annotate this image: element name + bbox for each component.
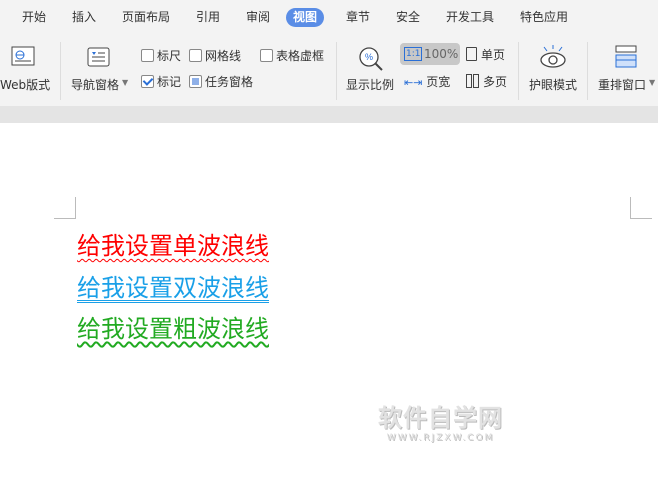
checkbox-checked-icon bbox=[141, 75, 154, 88]
ruler-label: 标尺 bbox=[157, 49, 182, 63]
task-pane-checkbox[interactable]: 任务窗格 bbox=[189, 73, 253, 90]
document-page[interactable] bbox=[0, 123, 658, 486]
tab-chapter[interactable]: 章节 bbox=[339, 8, 377, 27]
watermark-url: WWW.RJZXW.COM bbox=[386, 433, 495, 443]
chevron-down-icon: ▼ bbox=[649, 78, 656, 87]
web-layout-label: Web版式 bbox=[0, 78, 51, 92]
eye-icon bbox=[540, 45, 566, 68]
checkbox-icon bbox=[260, 49, 273, 62]
task-pane-label: 任务窗格 bbox=[205, 75, 254, 89]
tab-insert[interactable]: 插入 bbox=[65, 8, 103, 27]
ribbon: Web版式 导航窗格 ▼ 标尺 网格线 表格虚框 标记 任务窗格 % 显示比例 … bbox=[0, 36, 658, 106]
tab-special-apps[interactable]: 特色应用 bbox=[513, 8, 575, 27]
ruler-gutter bbox=[0, 106, 658, 123]
arrange-windows-icon bbox=[615, 45, 637, 68]
nav-pane-label: 导航窗格 bbox=[71, 78, 120, 92]
eye-mode-label: 护眼模式 bbox=[529, 78, 578, 92]
tab-page-layout[interactable]: 页面布局 bbox=[115, 8, 177, 27]
arrange-windows-label: 重排窗口 bbox=[598, 78, 647, 92]
zoom-label: 显示比例 bbox=[346, 78, 395, 92]
multi-page-button[interactable]: 多页 bbox=[466, 73, 507, 90]
zoom-100-label: 100% bbox=[424, 47, 459, 61]
multi-page-label: 多页 bbox=[483, 75, 508, 89]
nav-pane-icon bbox=[87, 47, 110, 67]
chevron-down-icon: ▼ bbox=[122, 78, 129, 87]
page-width-icon: ⇤⇥ bbox=[404, 76, 423, 89]
single-page-icon bbox=[466, 47, 477, 61]
page-width-button[interactable]: ⇤⇥ 页宽 bbox=[404, 73, 450, 90]
svg-text:%: % bbox=[365, 52, 373, 62]
single-page-label: 单页 bbox=[481, 48, 506, 62]
web-layout-icon bbox=[11, 46, 35, 66]
margin-corner-mark bbox=[54, 197, 76, 219]
tab-developer[interactable]: 开发工具 bbox=[439, 8, 501, 27]
margin-corner-mark bbox=[630, 197, 652, 219]
tab-references[interactable]: 引用 bbox=[189, 8, 227, 27]
tab-review[interactable]: 审阅 bbox=[239, 8, 277, 27]
checkbox-icon bbox=[189, 49, 202, 62]
single-page-button[interactable]: 单页 bbox=[466, 46, 505, 63]
ruler-checkbox[interactable]: 标尺 bbox=[141, 47, 181, 64]
multi-page-icon bbox=[473, 74, 479, 88]
watermark-title: 软件自学网 bbox=[378, 404, 503, 432]
zoom-100-button[interactable]: 1:1 100% bbox=[400, 43, 460, 65]
table-gridlines-checkbox[interactable]: 表格虚框 bbox=[260, 47, 324, 64]
marks-checkbox[interactable]: 标记 bbox=[141, 73, 181, 90]
one-to-one-icon: 1:1 bbox=[404, 47, 423, 61]
tab-home[interactable]: 开始 bbox=[15, 8, 53, 27]
page-width-label: 页宽 bbox=[426, 75, 451, 89]
doc-line-thick-wavy[interactable]: 给我设置粗波浪线 bbox=[77, 309, 269, 344]
checkbox-partial-icon bbox=[189, 75, 202, 88]
checkbox-icon bbox=[141, 49, 154, 62]
tab-view[interactable]: 视图 bbox=[286, 8, 325, 27]
table-gridlines-label: 表格虚框 bbox=[276, 49, 325, 63]
gridlines-label: 网格线 bbox=[205, 49, 242, 63]
marks-label: 标记 bbox=[157, 75, 182, 89]
doc-line-double-wavy[interactable]: 给我设置双波浪线 bbox=[77, 268, 269, 303]
tab-security[interactable]: 安全 bbox=[389, 8, 427, 27]
menu-tabs: 开始 插入 页面布局 引用 审阅 视图 章节 安全 开发工具 特色应用 bbox=[0, 0, 658, 36]
magnifier-percent-icon: % bbox=[359, 47, 383, 71]
gridlines-checkbox[interactable]: 网格线 bbox=[189, 47, 241, 64]
doc-line-single-wavy[interactable]: 给我设置单波浪线 bbox=[77, 226, 269, 261]
watermark: 软件自学网 WWW.RJZXW.COM bbox=[378, 398, 503, 443]
